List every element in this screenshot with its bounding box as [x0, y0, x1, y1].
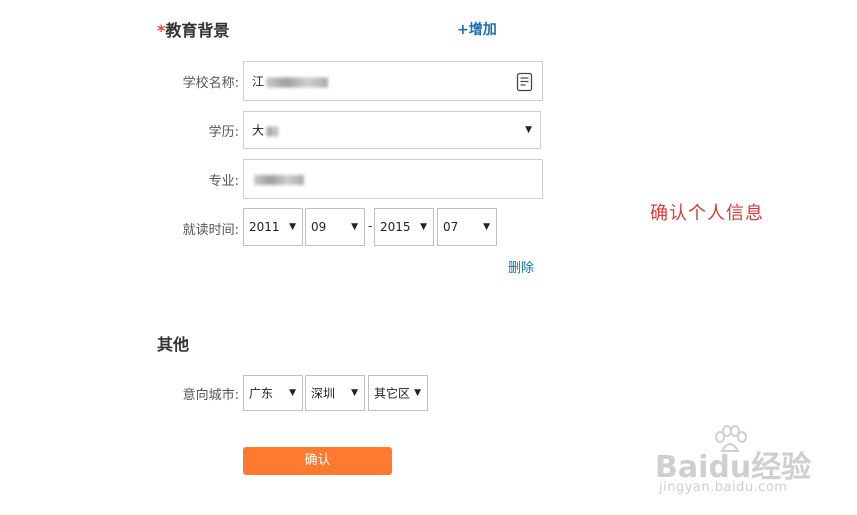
city-select[interactable]: 深圳 ▼ [305, 375, 365, 411]
school-input[interactable]: 江 [243, 61, 543, 101]
degree-value: 大 [252, 122, 279, 139]
watermark-url: jingyan.baidu.com [659, 480, 788, 495]
city-label: 意向城市: [182, 388, 239, 403]
triangle-down-icon: ▼ [420, 222, 427, 232]
redacted-blur [266, 126, 279, 136]
education-title: *教育背景 [157, 17, 229, 41]
start-year-select[interactable]: 2011 ▼ [243, 208, 303, 246]
major-input[interactable] [243, 159, 543, 199]
confirm-button[interactable]: 确认 [243, 447, 392, 475]
education-title-text: 教育背景 [165, 21, 230, 40]
triangle-down-icon: ▼ [483, 222, 490, 232]
end-year-select[interactable]: 2015 ▼ [374, 208, 434, 246]
notepad-icon[interactable] [516, 72, 534, 92]
end-month-select[interactable]: 07 ▼ [437, 208, 497, 246]
major-value [252, 172, 304, 186]
redacted-blur [254, 174, 304, 185]
triangle-down-icon: ▼ [289, 388, 296, 398]
major-label: 专业: [208, 174, 239, 189]
baidu-watermark: Baidu经验 jingyan.baidu.com [655, 425, 850, 500]
triangle-down-icon: ▼ [525, 125, 532, 135]
triangle-down-icon: ▼ [351, 222, 358, 232]
start-month-select[interactable]: 09 ▼ [305, 208, 365, 246]
redacted-blur [266, 77, 329, 87]
triangle-down-icon: ▼ [414, 388, 421, 398]
degree-label: 学历: [208, 125, 239, 140]
school-value: 江 [252, 73, 329, 90]
degree-select[interactable]: 大 ▼ [243, 111, 541, 149]
add-education-link[interactable]: +增加 [457, 19, 497, 39]
school-label: 学校名称: [182, 76, 239, 91]
delete-education-link[interactable]: 删除 [508, 257, 534, 276]
period-label: 就读时间: [182, 223, 239, 238]
period-separator: - [368, 219, 373, 233]
province-select[interactable]: 广东 ▼ [243, 375, 303, 411]
triangle-down-icon: ▼ [289, 222, 296, 232]
annotation-note: 确认个人信息 [650, 203, 764, 224]
other-title: 其他 [157, 335, 190, 354]
district-select[interactable]: 其它区 ▼ [368, 375, 428, 411]
triangle-down-icon: ▼ [351, 388, 358, 398]
